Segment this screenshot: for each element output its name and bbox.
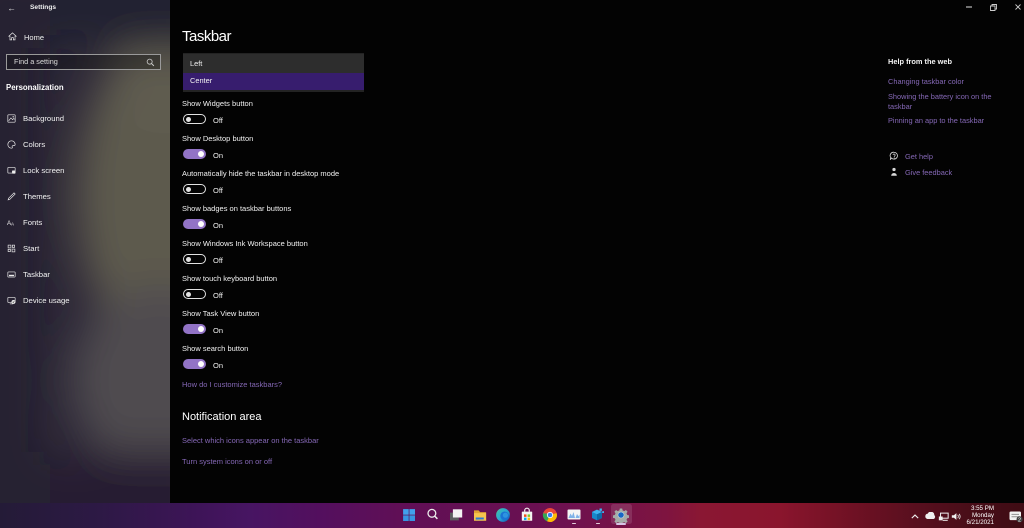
svg-text:A: A — [10, 221, 13, 226]
svg-text:2: 2 — [1018, 517, 1021, 523]
